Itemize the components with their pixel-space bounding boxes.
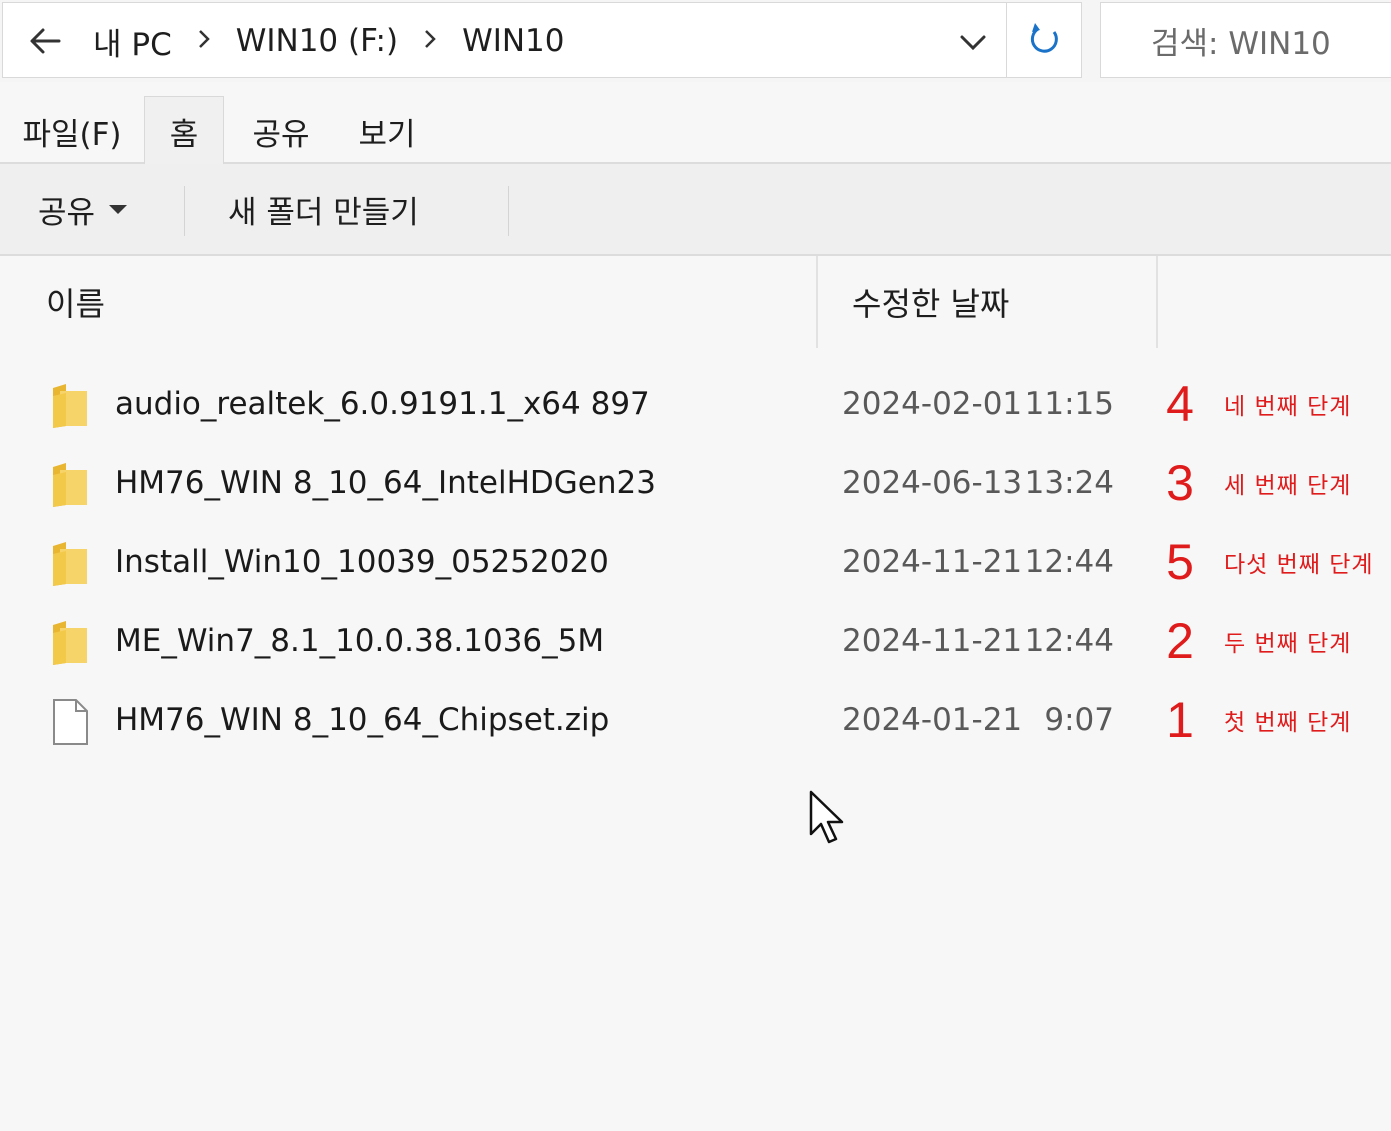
file-name: audio_realtek_6.0.9191.1_x64 897 <box>115 385 650 422</box>
file-row[interactable]: audio_realtek_6.0.9191.1_x64 897 2024-02… <box>0 364 1391 443</box>
tab-view[interactable]: 보기 <box>342 98 432 164</box>
address-row: 내 PC WIN10 (F:) WIN10 검색: WIN10 <box>0 0 1391 82</box>
date-value: 2024-01-21 <box>842 701 1023 738</box>
file-row[interactable]: Install_Win10_10039_05252020 2024-11-21 … <box>0 522 1391 601</box>
search-input[interactable]: 검색: WIN10 <box>1100 2 1391 78</box>
breadcrumb-chevron-icon[interactable] <box>172 23 236 59</box>
file-modified-date: 2024-01-21 9:07 <box>842 680 1114 759</box>
step-label: 네 번째 단계 <box>1224 393 1352 420</box>
file-icon <box>50 698 90 746</box>
caret-down-icon <box>109 205 128 214</box>
time-value: 12:44 <box>1024 622 1114 659</box>
time-value: 13:24 <box>1024 464 1114 501</box>
step-label: 다섯 번째 단계 <box>1224 551 1374 578</box>
date-value: 2024-02-01 <box>842 385 1023 422</box>
step-number: 4 <box>1166 375 1194 432</box>
share-button-label: 공유 <box>38 194 96 231</box>
date-value: 2024-06-13 <box>842 464 1023 501</box>
refresh-button[interactable] <box>1006 2 1082 78</box>
file-name: HM76_WIN 8_10_64_Chipset.zip <box>115 701 610 738</box>
tab-file[interactable]: 파일(F) <box>12 98 132 164</box>
ribbon-tabs: 파일(F) 홈 공유 보기 <box>0 82 1391 166</box>
file-row[interactable]: HM76_WIN 8_10_64_Chipset.zip 2024-01-21 … <box>0 680 1391 759</box>
folder-icon <box>50 461 90 509</box>
file-name: HM76_WIN 8_10_64_IntelHDGen23 <box>115 464 656 501</box>
step-label: 세 번째 단계 <box>1224 472 1352 499</box>
folder-icon <box>50 382 90 430</box>
time-value: 9:07 <box>1044 701 1114 738</box>
tab-share[interactable]: 공유 <box>236 98 326 164</box>
step-number: 3 <box>1166 454 1194 511</box>
command-divider <box>508 186 509 236</box>
column-divider[interactable] <box>816 256 818 348</box>
breadcrumb: 내 PC WIN10 (F:) WIN10 <box>93 3 565 79</box>
new-folder-button[interactable]: 새 폴더 만들기 <box>228 164 419 254</box>
file-name: ME_Win7_8.1_10.0.38.1036_5M <box>115 622 605 659</box>
column-divider[interactable] <box>1156 256 1158 348</box>
step-label: 두 번째 단계 <box>1224 630 1352 657</box>
column-header-name[interactable]: 이름 <box>46 256 105 348</box>
tab-home[interactable]: 홈 <box>144 96 224 166</box>
share-button[interactable]: 공유 <box>38 164 131 254</box>
file-name: Install_Win10_10039_05252020 <box>115 543 609 580</box>
breadcrumb-item-folder[interactable]: WIN10 <box>462 23 564 59</box>
file-modified-date: 2024-11-21 12:44 <box>842 601 1114 680</box>
refresh-icon <box>1030 23 1058 53</box>
step-label: 첫 번째 단계 <box>1224 709 1352 736</box>
file-modified-date: 2024-11-21 12:44 <box>842 522 1114 601</box>
back-arrow-icon[interactable] <box>25 21 65 61</box>
breadcrumb-item-this-pc[interactable]: 내 PC <box>93 19 172 64</box>
date-value: 2024-11-21 <box>842 543 1023 580</box>
step-number: 1 <box>1166 691 1194 748</box>
chevron-down-icon[interactable] <box>953 25 993 61</box>
mouse-cursor-icon <box>808 790 848 846</box>
time-value: 12:44 <box>1024 543 1114 580</box>
file-row[interactable]: HM76_WIN 8_10_64_IntelHDGen23 2024-06-13… <box>0 443 1391 522</box>
ribbon-commands: 공유 새 폴더 만들기 <box>0 164 1391 256</box>
command-divider <box>184 186 185 236</box>
step-number: 5 <box>1166 533 1194 590</box>
breadcrumb-chevron-icon[interactable] <box>398 23 462 59</box>
file-modified-date: 2024-02-01 11:15 <box>842 364 1114 443</box>
file-modified-date: 2024-06-13 13:24 <box>842 443 1114 522</box>
folder-icon <box>50 540 90 588</box>
file-row[interactable]: ME_Win7_8.1_10.0.38.1036_5M 2024-11-21 1… <box>0 601 1391 680</box>
time-value: 11:15 <box>1024 385 1114 422</box>
column-header-modified[interactable]: 수정한 날짜 <box>852 256 1009 348</box>
search-placeholder: 검색: WIN10 <box>1151 25 1331 62</box>
date-value: 2024-11-21 <box>842 622 1023 659</box>
step-number: 2 <box>1166 612 1194 669</box>
breadcrumb-item-drive[interactable]: WIN10 (F:) <box>236 23 398 59</box>
address-bar[interactable]: 내 PC WIN10 (F:) WIN10 <box>2 2 1006 78</box>
folder-icon <box>50 619 90 667</box>
